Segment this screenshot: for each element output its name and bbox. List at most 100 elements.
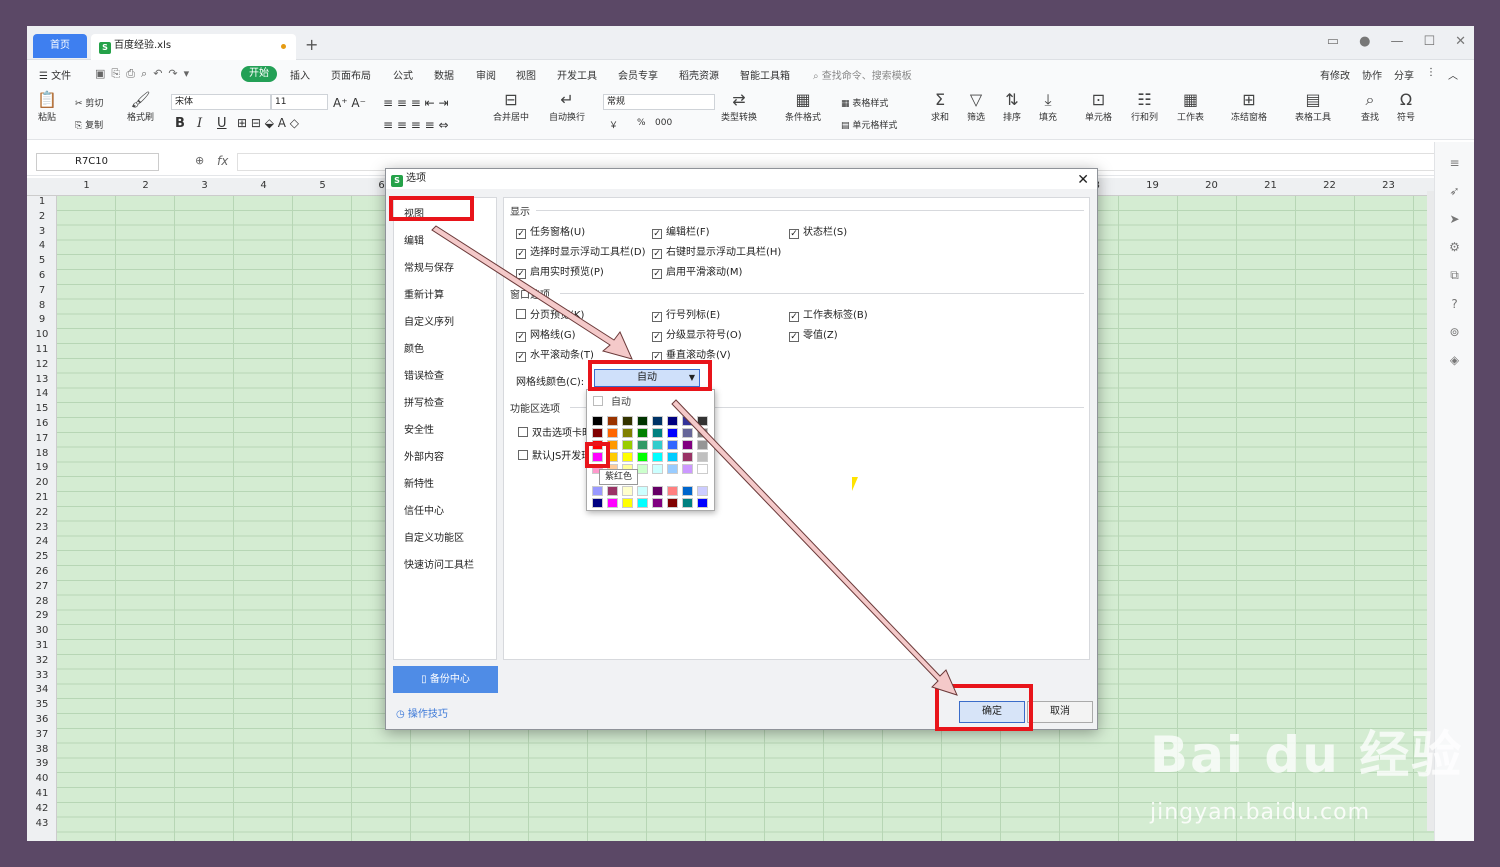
maximize-icon[interactable]: ☐ <box>1423 34 1435 49</box>
row-label[interactable]: 7 <box>27 285 57 296</box>
name-box[interactable]: R7C10 <box>36 153 159 171</box>
color-swatch[interactable] <box>622 416 633 426</box>
checkbox-sheet-tabs[interactable]: ✓ 工作表标签(B) <box>789 306 868 322</box>
row-label[interactable]: 19 <box>27 462 57 473</box>
checkbox-smooth-scroll[interactable]: ✓ 启用平滑滚动(M) <box>652 263 742 279</box>
close-icon[interactable]: ✕ <box>1455 34 1466 49</box>
row-label[interactable]: 29 <box>27 610 57 621</box>
col-label[interactable]: 2 <box>116 180 175 191</box>
row-label[interactable]: 36 <box>27 714 57 725</box>
collapse-icon[interactable]: ︿ <box>1448 67 1458 82</box>
menu-item[interactable]: 页面布局 <box>331 67 371 82</box>
fx-icon[interactable]: fx <box>217 154 228 168</box>
color-swatch[interactable] <box>652 486 663 496</box>
row-label[interactable]: 11 <box>27 344 57 355</box>
row-label[interactable]: 37 <box>27 729 57 740</box>
print-icon[interactable]: ⎙ <box>126 67 135 81</box>
checkbox-float-toolbar[interactable]: ✓ 选择时显示浮动工具栏(D) <box>516 243 646 259</box>
color-swatch[interactable] <box>607 498 618 508</box>
menu-item[interactable]: 会员专享 <box>618 67 658 82</box>
color-swatch[interactable] <box>622 428 633 438</box>
crop-icon[interactable]: ⧉ <box>1435 268 1474 283</box>
thousands-button[interactable]: 000 <box>655 118 672 128</box>
row-label[interactable]: 32 <box>27 655 57 666</box>
menu-item[interactable]: 智能工具箱 <box>740 67 790 82</box>
preview-icon[interactable]: ⌕ <box>141 67 147 81</box>
share-button[interactable]: 分享 <box>1394 67 1414 82</box>
row-label[interactable]: 6 <box>27 270 57 281</box>
table-tools-button[interactable]: ▤ 表格工具 <box>1295 90 1331 123</box>
nav-item-error-check[interactable]: 错误检查 <box>404 367 444 382</box>
color-swatch[interactable] <box>667 486 678 496</box>
font-grow-icon[interactable]: A⁺ A⁻ <box>333 96 366 110</box>
menu-item[interactable]: 视图 <box>516 67 536 82</box>
menu-item[interactable]: 审阅 <box>476 67 496 82</box>
backup-icon[interactable]: ⊚ <box>1435 325 1474 339</box>
color-swatch[interactable] <box>682 486 693 496</box>
color-swatch[interactable] <box>697 498 708 508</box>
row-label[interactable]: 28 <box>27 596 57 607</box>
color-swatch[interactable] <box>682 416 693 426</box>
row-label[interactable]: 15 <box>27 403 57 414</box>
color-swatch[interactable] <box>682 464 693 474</box>
row-label[interactable]: 16 <box>27 418 57 429</box>
undo-icon[interactable]: ↶ <box>153 67 162 81</box>
border-icon[interactable]: ⊞ ⊟ ⬙ A ◇ <box>237 116 299 130</box>
nav-item-custom-list[interactable]: 自定义序列 <box>404 313 454 328</box>
align-left-icon[interactable]: ≡ ≡ ≡ ≡ ⇔ <box>383 118 449 132</box>
redo-icon[interactable]: ↷ <box>168 67 177 81</box>
color-swatch[interactable] <box>607 486 618 496</box>
row-label[interactable]: 10 <box>27 329 57 340</box>
row-label[interactable]: 24 <box>27 536 57 547</box>
minimize-icon[interactable]: — <box>1390 34 1403 49</box>
col-label[interactable]: 23 <box>1359 180 1418 191</box>
menu-item[interactable]: 插入 <box>290 67 310 82</box>
nav-item-general[interactable]: 常规与保存 <box>404 259 454 274</box>
row-label[interactable]: 42 <box>27 803 57 814</box>
menu-start[interactable]: 开始 <box>241 66 277 82</box>
checkbox-outline[interactable]: ✓ 分级显示符号(O) <box>652 326 742 342</box>
color-swatch[interactable] <box>637 452 648 462</box>
color-swatch[interactable] <box>592 486 603 496</box>
row-label[interactable]: 30 <box>27 625 57 636</box>
color-swatch[interactable] <box>652 416 663 426</box>
nav-item-security[interactable]: 安全性 <box>404 421 434 436</box>
row-label[interactable]: 27 <box>27 581 57 592</box>
row-label[interactable]: 20 <box>27 477 57 488</box>
bold-button[interactable]: B <box>175 116 185 131</box>
row-label[interactable]: 22 <box>27 507 57 518</box>
color-swatch[interactable] <box>697 452 708 462</box>
format-painter-button[interactable]: 🖌 格式刷 <box>127 90 154 123</box>
col-label[interactable]: 19 <box>1123 180 1182 191</box>
row-label[interactable]: 18 <box>27 448 57 459</box>
cond-format-button[interactable]: ▦ 条件格式 <box>785 90 821 123</box>
close-icon[interactable]: ✕ <box>1077 170 1089 190</box>
color-swatch[interactable] <box>592 416 603 426</box>
command-search[interactable]: ⌕ 查找命令、搜索模板 <box>813 67 912 82</box>
checkbox-right-toolbar[interactable]: ✓ 右键时显示浮动工具栏(H) <box>652 243 781 259</box>
row-label[interactable]: 33 <box>27 670 57 681</box>
changes-button[interactable]: 有修改 <box>1320 67 1350 82</box>
sheet-button[interactable]: ▦ 工作表 <box>1177 90 1204 123</box>
fill-button[interactable]: ⤓ 填充 <box>1039 90 1057 123</box>
color-swatch[interactable] <box>697 428 708 438</box>
font-select[interactable]: 宋体 <box>171 94 271 110</box>
color-swatch[interactable] <box>667 440 678 450</box>
row-label[interactable]: 21 <box>27 492 57 503</box>
rocket-icon[interactable]: ➶ <box>1435 184 1474 198</box>
freeze-button[interactable]: ⊞ 冻结窗格 <box>1231 90 1267 123</box>
menu-file[interactable]: ☰ 文件 <box>39 67 71 82</box>
dropdown-icon[interactable]: ▾ <box>184 67 190 81</box>
cell-button[interactable]: ⊡ 单元格 <box>1085 90 1112 123</box>
checkbox-gridlines[interactable]: ✓ 网格线(G) <box>516 326 576 342</box>
color-swatch[interactable] <box>607 428 618 438</box>
paste-button[interactable]: 📋 粘贴 <box>37 90 57 123</box>
tab-home[interactable]: 首页 <box>33 34 87 58</box>
rowcol-button[interactable]: ☷ 行和列 <box>1131 90 1158 123</box>
layout-icon[interactable]: ▭ <box>1327 34 1339 49</box>
row-label[interactable]: 38 <box>27 744 57 755</box>
color-swatch[interactable] <box>682 440 693 450</box>
row-label[interactable]: 2 <box>27 211 57 222</box>
checkbox-headers[interactable]: ✓ 行号列标(E) <box>652 306 720 322</box>
row-label[interactable]: 40 <box>27 773 57 784</box>
